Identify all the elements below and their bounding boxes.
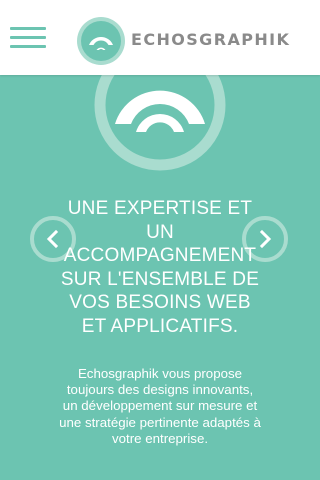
hamburger-menu-icon[interactable]: [10, 26, 46, 50]
brand-name[interactable]: ECHOSGRAPHIK: [131, 30, 290, 49]
hero-description: Echosgraphik vous propose toujours des d…: [59, 366, 261, 446]
menu-line: [10, 45, 46, 48]
menu-line: [10, 36, 46, 39]
hero-headline: UNE EXPERTISE ET UN ACCOMPAGNEMENT SUR L…: [60, 198, 260, 337]
site-header: ECHOSGRAPHIK: [0, 0, 320, 75]
menu-line: [10, 27, 46, 30]
logo-icon[interactable]: [77, 17, 125, 65]
